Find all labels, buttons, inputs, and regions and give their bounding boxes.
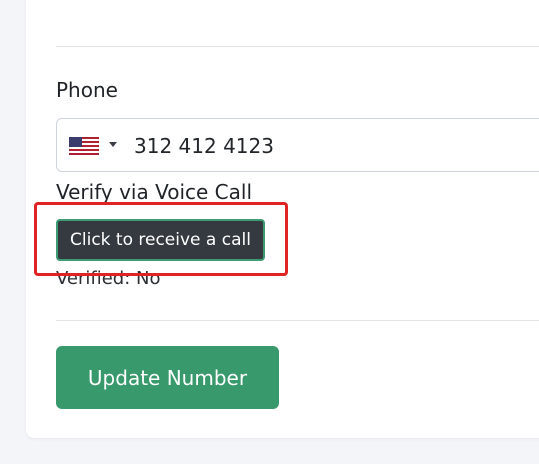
us-flag-icon xyxy=(69,137,99,155)
phone-input-group xyxy=(56,118,539,172)
receive-call-button[interactable]: Click to receive a call xyxy=(56,219,265,261)
update-number-button[interactable]: Update Number xyxy=(56,346,279,409)
section-divider-bottom xyxy=(56,320,539,321)
chevron-down-icon xyxy=(109,142,117,147)
section-divider-top xyxy=(56,46,539,47)
verify-voice-call-label: Verify via Voice Call xyxy=(56,180,253,204)
verified-status-text: Verified: No xyxy=(56,268,161,289)
phone-number-input[interactable] xyxy=(134,131,534,161)
phone-label: Phone xyxy=(56,78,118,102)
